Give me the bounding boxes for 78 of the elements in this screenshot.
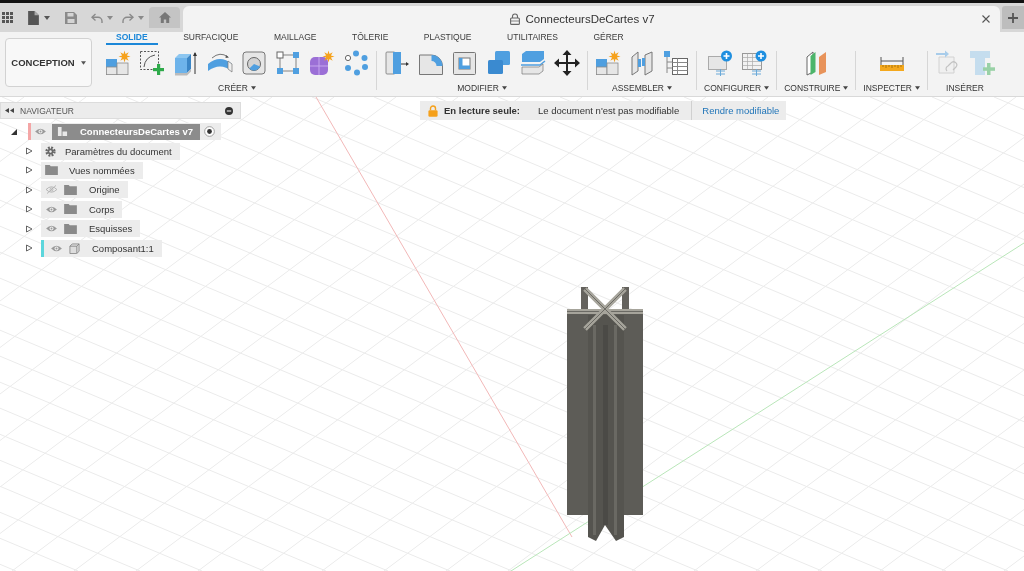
hollow-box-icon[interactable] <box>452 50 478 76</box>
box-arrow-up-icon[interactable] <box>173 50 199 76</box>
sketch-plus-icon[interactable] <box>139 50 165 76</box>
tree-item[interactable]: Composant1:1 <box>41 239 162 257</box>
box-icon <box>69 242 80 254</box>
caret-icon[interactable] <box>107 15 113 20</box>
expanded-caret-icon[interactable] <box>10 127 18 136</box>
group-menu-button[interactable]: ASSEMBLER <box>612 82 672 94</box>
box-plus-badge-icon[interactable] <box>706 50 733 76</box>
boxes-sparkle-icon[interactable] <box>595 50 621 76</box>
collapsed-caret-icon[interactable] <box>25 147 33 156</box>
grid-plus-badge-icon[interactable] <box>740 50 767 76</box>
make-editable-link[interactable]: Rendre modifiable <box>691 101 780 120</box>
tree-item[interactable]: Origine <box>41 181 128 199</box>
table-tree-icon[interactable] <box>663 50 689 76</box>
eye-icon[interactable] <box>34 127 47 137</box>
eye-icon[interactable] <box>50 243 63 253</box>
collapsed-caret-icon[interactable] <box>25 205 33 214</box>
plus-icon <box>1008 12 1018 23</box>
file-icon[interactable] <box>28 10 39 25</box>
assembly-icon <box>57 126 68 138</box>
ribbon-tab[interactable]: SOLIDE <box>106 32 158 45</box>
collapsed-caret-icon[interactable] <box>25 185 33 194</box>
group-menu-button[interactable]: INSPECTER <box>863 82 920 94</box>
new-tab-button[interactable] <box>1002 6 1024 29</box>
tree-item[interactable]: Corps <box>41 200 123 218</box>
folder-icon <box>64 204 77 215</box>
radio-icon[interactable] <box>204 126 215 138</box>
group-menu-button[interactable]: MODIFIER <box>457 82 507 94</box>
move-arrows-icon[interactable] <box>554 50 580 76</box>
apps-grid-icon[interactable] <box>2 12 13 23</box>
save-icon[interactable] <box>65 11 77 24</box>
group-menu-button[interactable]: CONSTRUIRE <box>784 82 849 94</box>
hinge-plates-icon[interactable] <box>629 50 655 76</box>
group-menu-button[interactable]: CONFIGURER <box>704 82 770 94</box>
undo-icon[interactable] <box>91 12 103 23</box>
stacked-boxes-icon[interactable] <box>486 50 512 76</box>
workspace-dropdown[interactable]: CONCEPTION <box>5 38 92 87</box>
navigator-title: NAVIGATEUR <box>20 105 74 116</box>
document-tab[interactable]: ConnecteursDeCartes v7 <box>183 6 1000 32</box>
boxes-sparkle-icon[interactable] <box>105 50 131 76</box>
gear-icon <box>45 145 56 157</box>
tree-item[interactable]: Vues nommées <box>41 161 143 179</box>
home-tab[interactable] <box>149 7 180 28</box>
folder-icon <box>45 165 58 176</box>
eye-icon[interactable] <box>45 224 58 234</box>
lock-icon <box>428 104 438 117</box>
cube-sparkle-icon[interactable] <box>309 50 335 76</box>
caret-icon <box>80 60 86 65</box>
ribbon-tab[interactable]: SURFACIQUE <box>173 32 249 45</box>
tree-item[interactable]: Esquisses <box>41 220 141 238</box>
offset-slab-icon[interactable] <box>520 50 546 76</box>
dots-ring-icon[interactable] <box>343 50 369 76</box>
minus-circle-icon[interactable] <box>225 106 233 115</box>
ribbon-tab[interactable]: PLASTIQUE <box>413 32 482 45</box>
double-triangle-icon[interactable] <box>5 108 14 113</box>
folder-icon <box>64 184 77 195</box>
crossed-eye-icon[interactable] <box>45 185 58 195</box>
read-only-message: Le document n'est pas modifiable <box>538 105 680 116</box>
collapsed-caret-icon[interactable] <box>25 244 33 253</box>
redo-icon[interactable] <box>122 12 134 23</box>
close-icon[interactable] <box>982 15 990 23</box>
box-arrow-icon[interactable] <box>384 50 410 76</box>
eye-icon[interactable] <box>45 204 58 214</box>
group-menu-button[interactable]: CRÉER <box>218 82 256 94</box>
ribbon-tab[interactable]: TÔLERIE <box>341 32 399 45</box>
home-icon <box>158 12 171 23</box>
folder-icon <box>64 223 77 234</box>
ribbon-tab[interactable]: GÉRER <box>583 32 634 45</box>
caret-icon[interactable] <box>138 15 144 20</box>
tree-item[interactable]: Paramètres du document <box>41 142 180 160</box>
collapsed-caret-icon[interactable] <box>25 166 33 175</box>
collapsed-caret-icon[interactable] <box>25 224 33 233</box>
ribbon-tab[interactable]: UTILITAIRES <box>497 32 568 45</box>
rectangle-nodes-icon[interactable] <box>275 50 301 76</box>
caret-icon[interactable] <box>44 15 50 20</box>
ribbon-tab[interactable]: MAILLAGE <box>263 32 327 45</box>
read-only-label: En lecture seule: <box>444 105 521 116</box>
